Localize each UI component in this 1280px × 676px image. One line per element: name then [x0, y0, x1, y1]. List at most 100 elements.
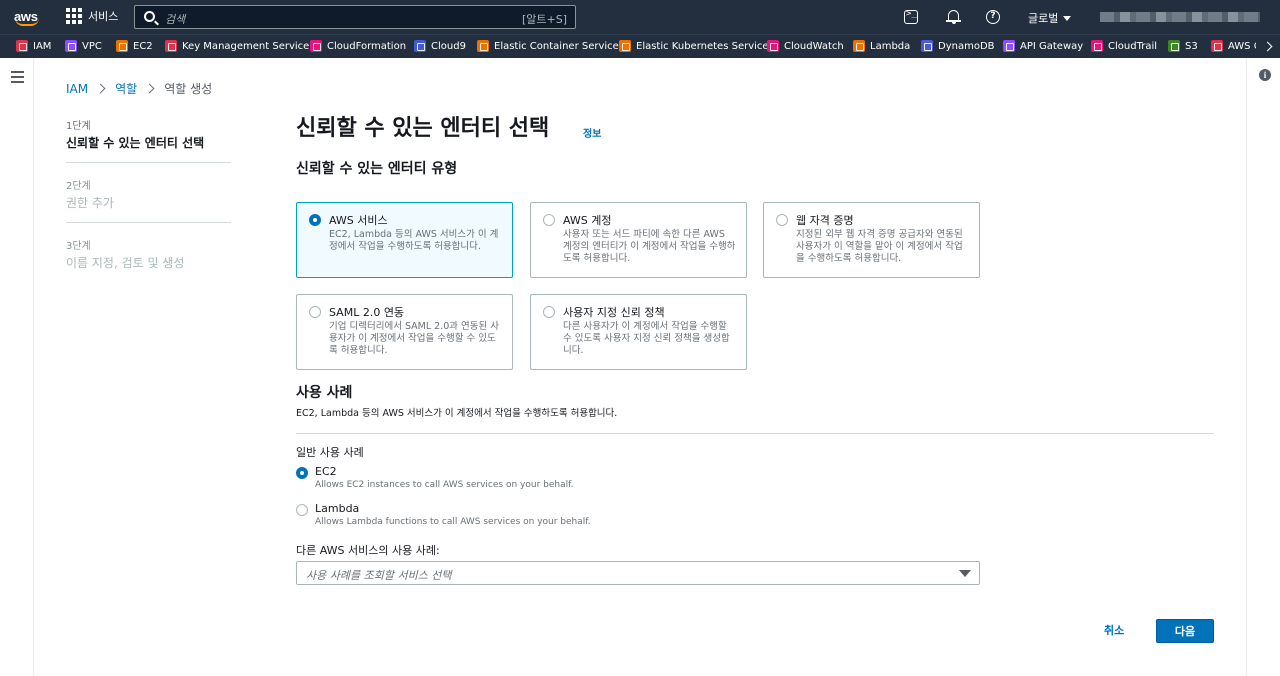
step-number: 1단계	[66, 121, 91, 132]
chevron-right-icon	[144, 83, 155, 94]
radio-button[interactable]	[309, 306, 321, 318]
option-title: Lambda	[315, 502, 360, 515]
favorite-label: API Gateway	[1020, 40, 1084, 52]
breadcrumb: IAM 역할 역할 생성	[66, 80, 212, 97]
favorite-api-gateway[interactable]: API Gateway	[1003, 40, 1083, 52]
info-link[interactable]: 정보	[583, 125, 601, 140]
service-icon	[1211, 40, 1223, 52]
tile-description: EC2, Lambda 등의 AWS 서비스가 이 계정에서 작업을 수행하도록…	[329, 229, 499, 252]
favorite-cloud9[interactable]: Cloud9	[414, 40, 466, 52]
service-icon	[1003, 40, 1015, 52]
option-title: EC2	[315, 465, 337, 478]
select-placeholder: 사용 사례를 조회할 서비스 선택	[306, 569, 452, 582]
favorite-vpc[interactable]: VPC	[65, 40, 102, 52]
service-icon	[116, 40, 128, 52]
service-icon	[310, 40, 322, 52]
tile-saml-federation[interactable]: SAML 2.0 연동 기업 디렉터리에서 SAML 2.0과 연동된 사용자가…	[296, 294, 513, 370]
option-description: Allows EC2 instances to call AWS service…	[315, 480, 574, 490]
favorite-elastic-container-service[interactable]: Elastic Container Service	[477, 40, 619, 52]
favorite-aws-c[interactable]: AWS C	[1211, 40, 1261, 52]
bell-icon[interactable]	[946, 9, 962, 25]
account-menu-redacted[interactable]	[1100, 12, 1260, 22]
service-icon	[1168, 40, 1180, 52]
favorite-label: Elastic Container Service	[494, 40, 619, 52]
aws-smile-icon	[15, 18, 39, 26]
radio-button[interactable]	[543, 214, 555, 226]
favorite-cloudformation[interactable]: CloudFormation	[310, 40, 406, 52]
favorite-label: VPC	[82, 40, 102, 52]
service-icon	[414, 40, 426, 52]
cloudshell-icon[interactable]	[904, 9, 918, 24]
favorite-dynamodb[interactable]: DynamoDB	[921, 40, 995, 52]
grid-icon	[66, 8, 82, 24]
search-input[interactable]: 검색 [알트+S]	[134, 5, 576, 29]
caret-down-icon	[1063, 16, 1072, 21]
services-menu-button[interactable]: 서비스	[66, 8, 118, 24]
next-button[interactable]: 다음	[1156, 619, 1214, 643]
step-title: 권한 추가	[66, 196, 114, 210]
use-case-heading: 사용 사례	[296, 385, 353, 401]
tile-title: AWS 계정	[563, 214, 612, 227]
service-icon	[477, 40, 489, 52]
entity-type-heading: 신뢰할 수 있는 엔터티 유형	[296, 161, 458, 177]
region-label: 글로벌	[1028, 12, 1059, 25]
radio-button[interactable]	[296, 467, 308, 479]
favorite-label: Elastic Kubernetes Service	[636, 40, 769, 52]
radio-button[interactable]	[543, 306, 555, 318]
tile-title: 사용자 지정 신뢰 정책	[563, 306, 665, 319]
radio-button[interactable]	[296, 504, 308, 516]
step-number: 2단계	[66, 181, 91, 192]
favorite-key-management-service[interactable]: Key Management Service	[165, 40, 309, 52]
caret-down-icon	[959, 570, 971, 577]
tile-title: SAML 2.0 연동	[329, 306, 405, 319]
radio-button[interactable]	[776, 214, 788, 226]
step-3: 3단계 이름 지정, 검토 및 생성	[66, 237, 231, 282]
favorites-scroll-right-icon[interactable]	[1256, 35, 1280, 58]
tile-description: 다른 사용자가 이 계정에서 작업을 수행할 수 있도록 사용자 지정 신뢰 정…	[563, 321, 730, 356]
search-shortcut: [알트+S]	[521, 13, 567, 26]
tile-aws-account[interactable]: AWS 계정 사용자 또는 서드 파티에 속한 다른 AWS 계정의 엔터티가 …	[530, 202, 747, 278]
breadcrumb-iam[interactable]: IAM	[66, 82, 88, 96]
favorite-label: Key Management Service	[182, 40, 310, 52]
other-services-label: 다른 AWS 서비스의 사용 사례:	[296, 544, 440, 557]
favorite-cloudtrail[interactable]: CloudTrail	[1091, 40, 1157, 52]
tile-title: AWS 서비스	[329, 214, 388, 227]
favorite-label: DynamoDB	[938, 40, 995, 52]
tile-custom-trust-policy[interactable]: 사용자 지정 신뢰 정책 다른 사용자가 이 계정에서 작업을 수행할 수 있도…	[530, 294, 747, 370]
top-navigation: aws 서비스 검색 [알트+S] ? 글로벌	[0, 0, 1280, 34]
step-2: 2단계 권한 추가	[66, 177, 231, 223]
help-icon[interactable]: ?	[986, 10, 1000, 24]
service-icon	[767, 40, 779, 52]
search-icon	[144, 11, 155, 22]
favorites-bar: IAM VPC EC2 Key Management Service CloudForm…	[0, 34, 1280, 58]
wizard-steps: 1단계 신뢰할 수 있는 엔터티 선택 2단계 권한 추가 3단계 이름 지정,…	[66, 117, 231, 296]
common-use-cases-label: 일반 사용 사례	[296, 446, 364, 459]
region-selector[interactable]: 글로벌	[1028, 10, 1072, 26]
side-navigation-rail	[0, 58, 34, 676]
favorite-label: Cloud9	[431, 40, 466, 52]
favorite-ec2[interactable]: EC2	[116, 40, 153, 52]
breadcrumb-current: 역할 생성	[164, 82, 213, 96]
favorite-s3[interactable]: S3	[1168, 40, 1198, 52]
tile-title: 웹 자격 증명	[796, 214, 854, 227]
favorite-lambda[interactable]: Lambda	[853, 40, 910, 52]
service-icon	[619, 40, 631, 52]
info-icon[interactable]: i	[1259, 69, 1271, 81]
hamburger-menu-icon[interactable]	[11, 71, 24, 83]
service-icon	[853, 40, 865, 52]
tile-aws-service[interactable]: AWS 서비스 EC2, Lambda 등의 AWS 서비스가 이 계정에서 작…	[296, 202, 513, 278]
service-select[interactable]: 사용 사례를 조회할 서비스 선택	[296, 561, 980, 585]
favorite-cloudwatch[interactable]: CloudWatch	[767, 40, 844, 52]
cancel-button[interactable]: 취소	[1104, 622, 1124, 638]
favorite-iam[interactable]: IAM	[16, 40, 51, 52]
favorite-elastic-kubernetes-service[interactable]: Elastic Kubernetes Service	[619, 40, 769, 52]
favorite-label: EC2	[133, 40, 153, 52]
aws-logo[interactable]: aws	[14, 6, 44, 28]
service-icon	[165, 40, 177, 52]
favorite-label: CloudTrail	[1108, 40, 1157, 52]
favorite-label: CloudFormation	[327, 40, 407, 52]
breadcrumb-roles[interactable]: 역할	[115, 80, 137, 97]
search-placeholder: 검색	[165, 13, 186, 26]
radio-button[interactable]	[309, 214, 321, 226]
tile-web-identity[interactable]: 웹 자격 증명 지정된 외부 웹 자격 증명 공급자와 연동된 사용자가 이 역…	[763, 202, 980, 278]
